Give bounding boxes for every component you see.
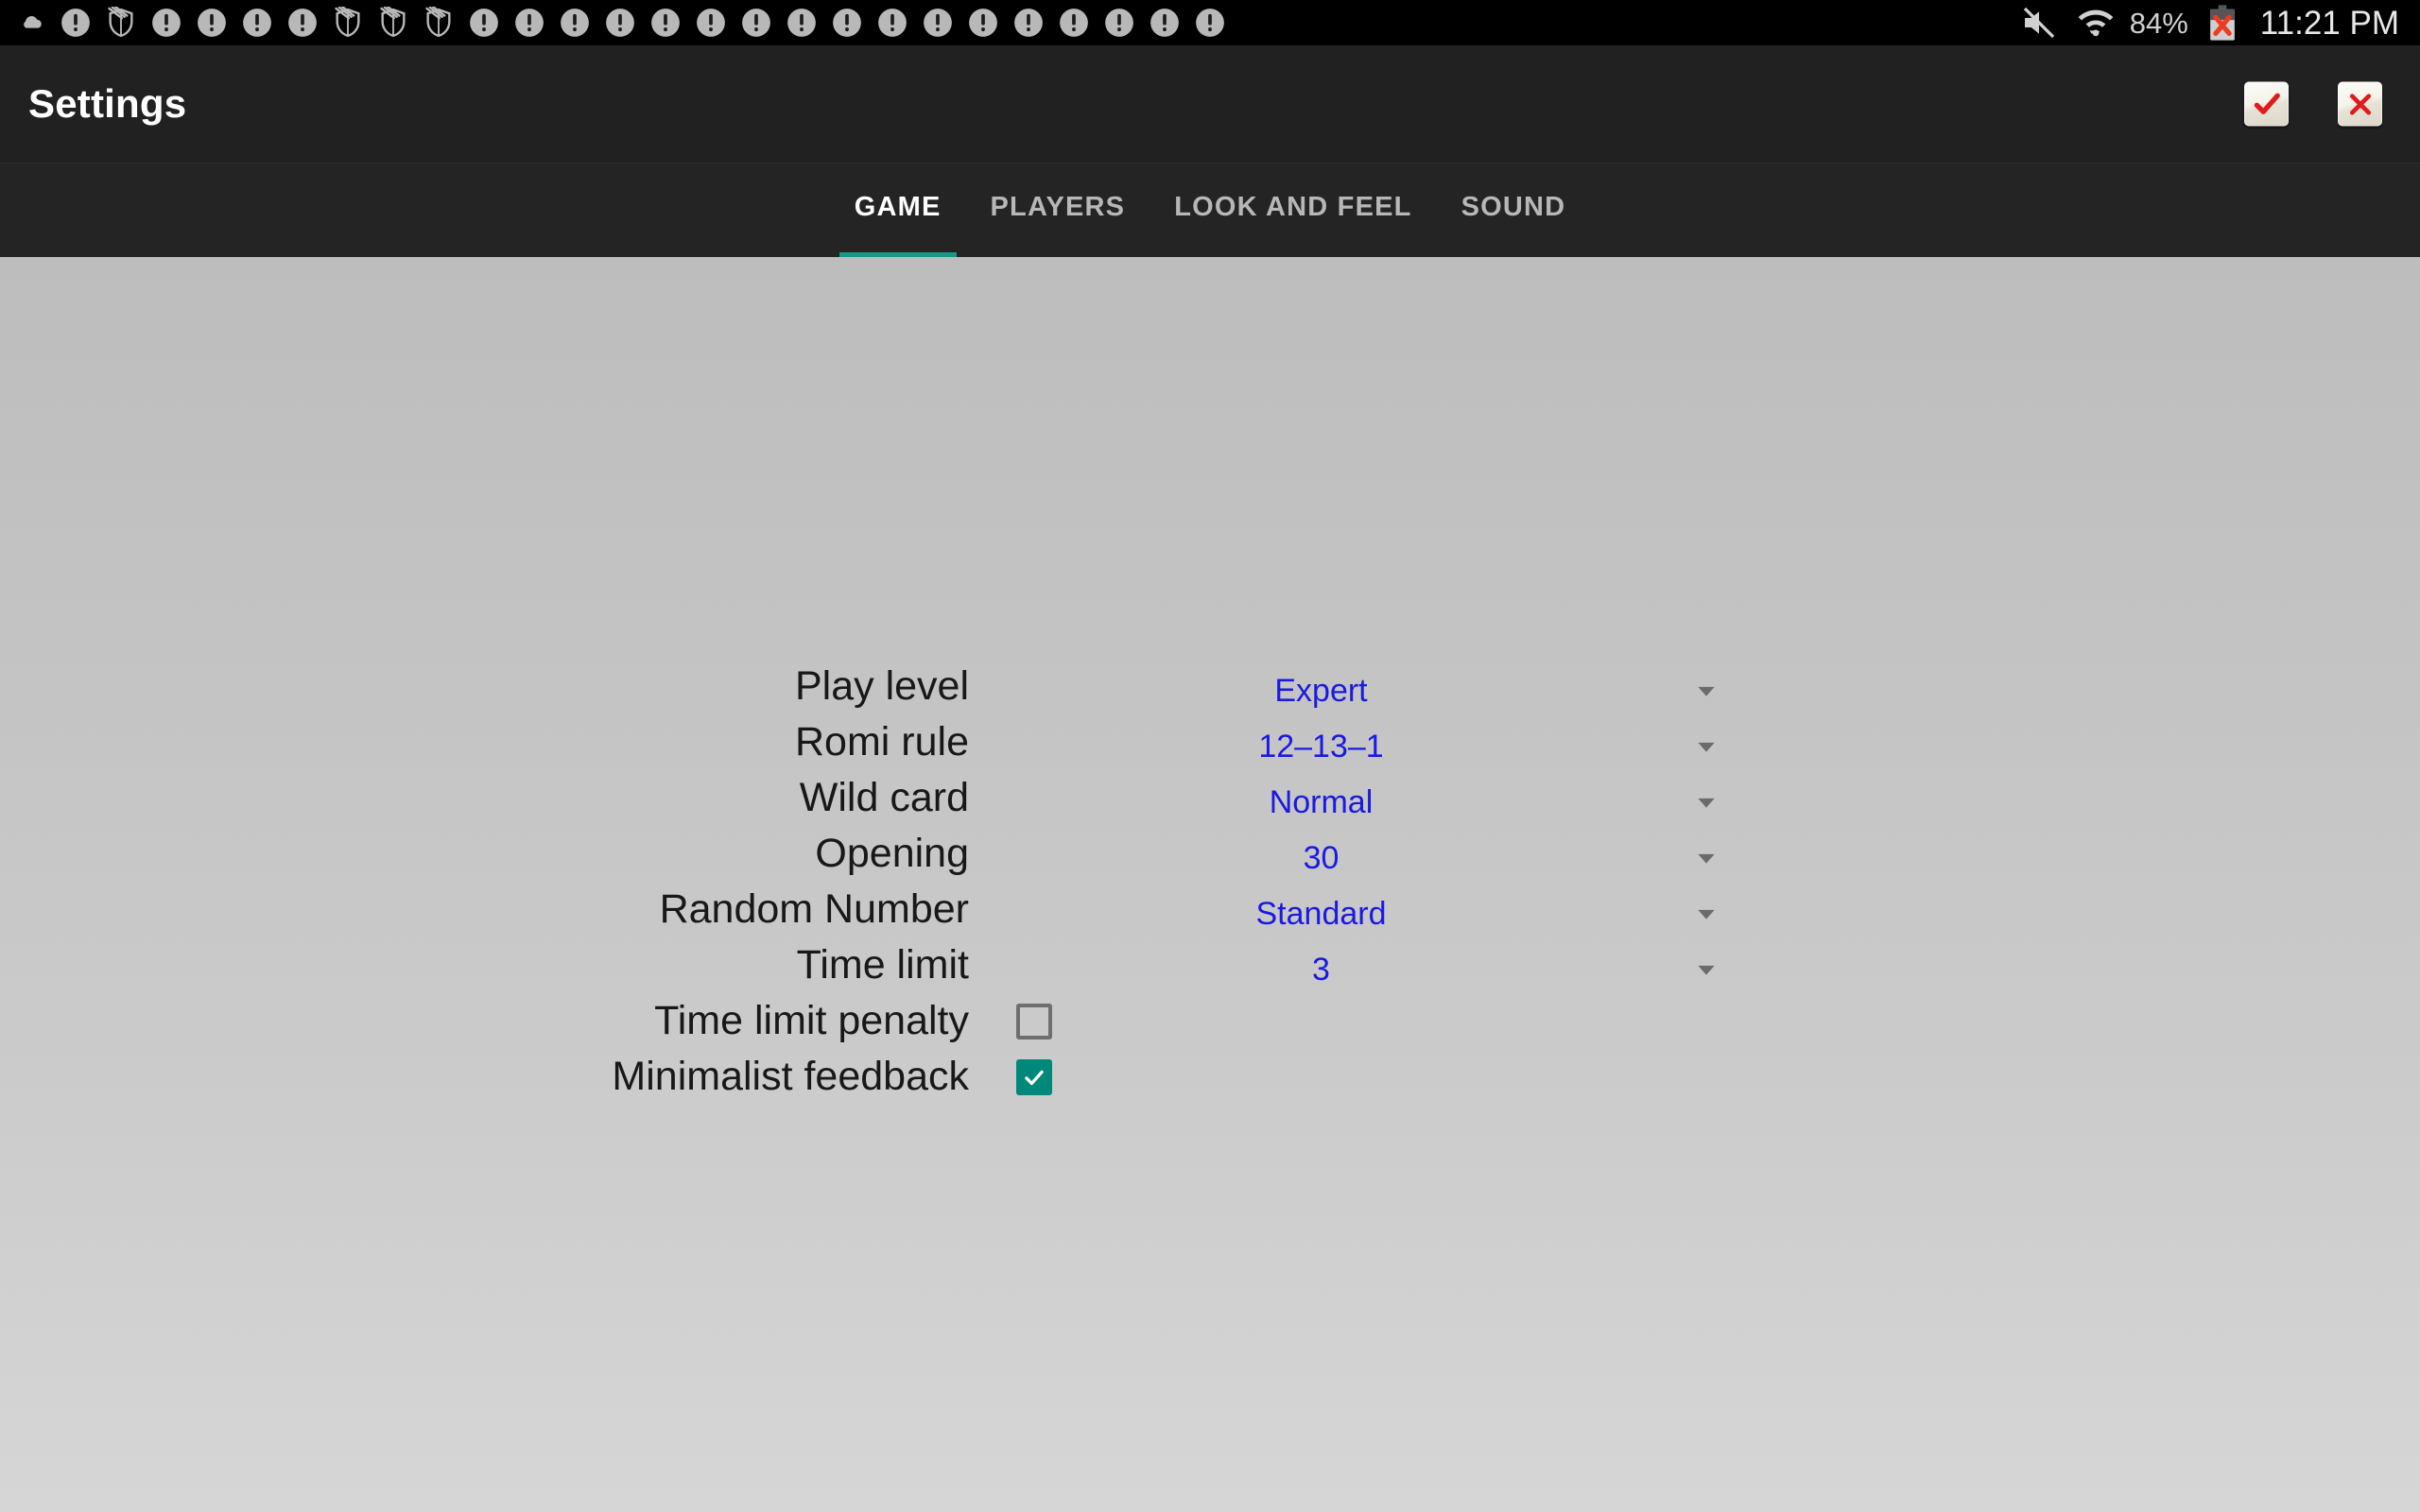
alert-circle-icon — [144, 0, 189, 45]
setting-label: Play level — [794, 663, 969, 709]
check-icon — [2253, 90, 2281, 118]
alert-circle-icon — [1142, 0, 1187, 45]
setting-value: Normal — [1269, 784, 1374, 820]
alert-circle-icon — [53, 0, 98, 45]
wifi-icon — [2073, 0, 2118, 45]
tab-sound[interactable]: SOUND — [1437, 163, 1591, 258]
alert-circle-icon — [507, 0, 552, 45]
check-icon — [1022, 1065, 1046, 1090]
setting-row-dropdown[interactable]: Romi rule 12‒13‒1 — [0, 714, 2420, 770]
alert-circle-icon — [779, 0, 824, 45]
chevron-down-icon[interactable] — [1673, 670, 1739, 703]
setting-label: Random Number — [659, 886, 969, 932]
status-bar-system-icons: 84% 11:21 PM — [2016, 0, 2420, 45]
shield-off-icon — [371, 0, 416, 45]
tab-look-and-feel[interactable]: LOOK AND FEEL — [1150, 163, 1436, 258]
alert-circle-icon — [552, 0, 597, 45]
setting-row-dropdown[interactable]: Wild card Normal — [0, 770, 2420, 826]
alert-circle-icon — [643, 0, 688, 45]
shield-off-icon — [325, 0, 371, 45]
setting-label: Time limit penalty — [654, 998, 969, 1043]
setting-dropdown[interactable]: 30 — [969, 833, 1739, 874]
shield-off-icon — [98, 0, 144, 45]
alert-circle-icon — [234, 0, 280, 45]
setting-value: Standard — [1255, 896, 1387, 932]
tab-game[interactable]: GAME — [830, 163, 966, 258]
alert-circle-icon — [824, 0, 870, 45]
cancel-button[interactable] — [2338, 81, 2382, 127]
app-header: Settings — [0, 45, 2420, 163]
alert-circle-icon — [688, 0, 734, 45]
setting-checkbox-cell — [969, 1003, 1739, 1040]
alert-circle-icon — [189, 0, 234, 45]
status-bar: 84% 11:21 PM — [0, 0, 2420, 45]
chevron-down-icon[interactable] — [1673, 726, 1739, 759]
chevron-down-icon[interactable] — [1673, 837, 1739, 870]
screen-root: 84% 11:21 PM Settings GAME PLAYERS LOOK … — [0, 0, 2420, 1512]
setting-row-dropdown[interactable]: Time limit 3 — [0, 937, 2420, 993]
x-icon — [2347, 91, 2374, 117]
alert-circle-icon — [461, 0, 507, 45]
chevron-down-icon[interactable] — [1673, 949, 1739, 982]
setting-row-checkbox[interactable]: Minimalist feedback — [0, 1049, 2420, 1105]
setting-dropdown[interactable]: Standard — [969, 889, 1739, 930]
game-settings-form: Play level Expert Romi rule 12‒13‒1 Wild car… — [0, 659, 2420, 1105]
volume-muted-icon — [2016, 0, 2062, 45]
setting-label: Wild card — [799, 775, 969, 820]
alert-circle-icon — [1006, 0, 1051, 45]
settings-tabbar: GAME PLAYERS LOOK AND FEEL SOUND — [0, 163, 2420, 258]
clock-label: 11:21 PM — [2259, 4, 2399, 42]
alert-circle-icon — [280, 0, 325, 45]
alert-circle-icon — [1051, 0, 1097, 45]
page-title: Settings — [28, 81, 187, 126]
alert-circle-icon — [870, 0, 915, 45]
setting-checkbox[interactable] — [1016, 1058, 1052, 1095]
alert-circle-icon — [597, 0, 643, 45]
alert-circle-icon — [734, 0, 779, 45]
tab-players[interactable]: PLAYERS — [966, 163, 1150, 258]
setting-dropdown[interactable]: Normal — [969, 778, 1739, 818]
cloud-icon — [8, 0, 53, 45]
setting-row-dropdown[interactable]: Opening 30 — [0, 826, 2420, 882]
status-bar-notification-icons — [0, 0, 1233, 45]
chevron-down-icon[interactable] — [1673, 782, 1739, 815]
setting-label: Minimalist feedback — [612, 1054, 969, 1099]
header-actions — [2244, 81, 2382, 127]
settings-content: Play level Expert Romi rule 12‒13‒1 Wild car… — [0, 257, 2420, 1512]
setting-value: 30 — [1303, 840, 1340, 876]
setting-value: Expert — [1274, 673, 1368, 709]
setting-row-dropdown[interactable]: Play level Expert — [0, 659, 2420, 714]
alert-circle-icon — [915, 0, 960, 45]
setting-row-checkbox[interactable]: Time limit penalty — [0, 993, 2420, 1049]
alert-circle-icon — [960, 0, 1006, 45]
setting-value: 3 — [1312, 952, 1330, 988]
setting-checkbox[interactable] — [1016, 1003, 1052, 1040]
shield-off-icon — [416, 0, 461, 45]
setting-label: Romi rule — [795, 719, 969, 765]
setting-checkbox-cell — [969, 1058, 1739, 1095]
battery-percent-label: 84% — [2129, 6, 2188, 40]
setting-dropdown[interactable]: Expert — [969, 666, 1739, 707]
alert-circle-icon — [1187, 0, 1233, 45]
chevron-down-icon[interactable] — [1673, 893, 1739, 926]
setting-label: Time limit — [796, 942, 969, 988]
setting-label: Opening — [815, 831, 969, 876]
setting-dropdown[interactable]: 12‒13‒1 — [969, 722, 1739, 763]
battery-error-icon — [2200, 0, 2245, 45]
confirm-button[interactable] — [2244, 81, 2289, 127]
setting-value: 12‒13‒1 — [1258, 729, 1384, 765]
setting-dropdown[interactable]: 3 — [969, 945, 1739, 986]
alert-circle-icon — [1097, 0, 1142, 45]
setting-row-dropdown[interactable]: Random Number Standard — [0, 882, 2420, 937]
